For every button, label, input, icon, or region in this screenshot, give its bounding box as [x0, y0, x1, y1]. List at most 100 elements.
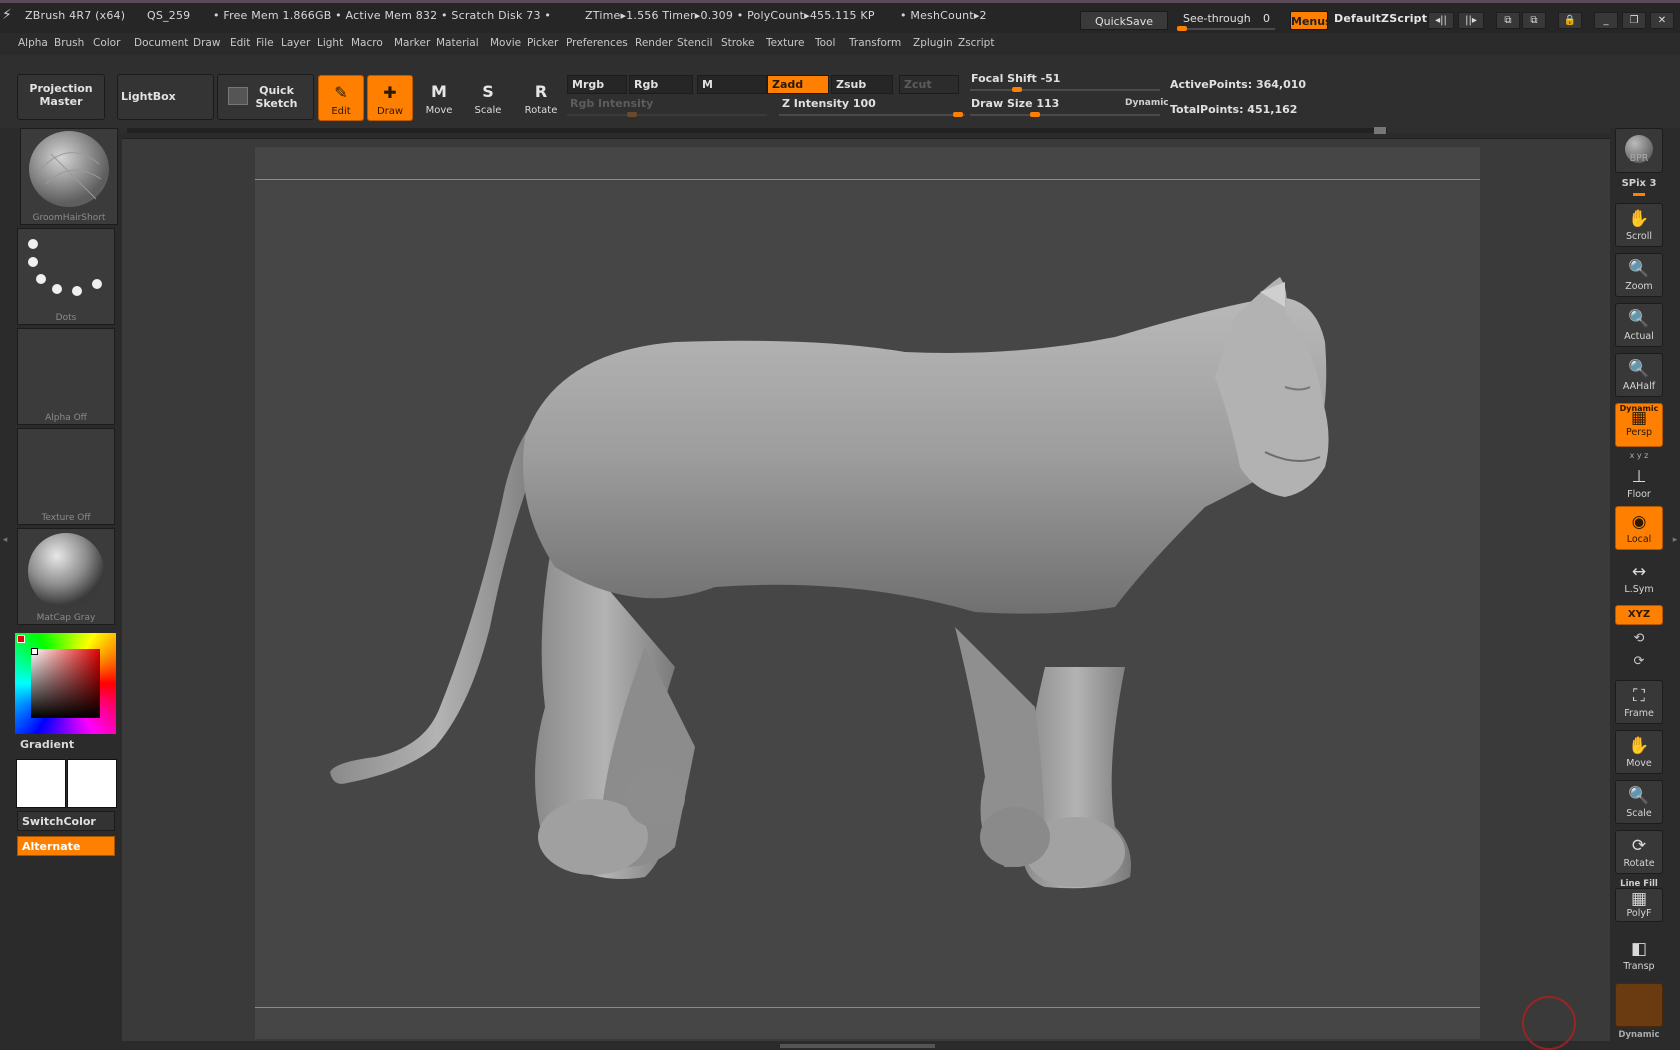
rgb-toggle[interactable]: Rgb — [629, 75, 693, 94]
see-through-slider[interactable]: See-through 0 — [1175, 11, 1280, 31]
close-icon[interactable]: ✕ — [1650, 12, 1674, 29]
brush-thumbnail[interactable]: GroomHairShort — [20, 128, 118, 225]
menu-document[interactable]: Document — [134, 37, 188, 49]
shelf-scrollbar[interactable] — [127, 127, 1387, 134]
brush-name: GroomHairShort — [32, 213, 106, 223]
quicksave-button[interactable]: QuickSave — [1080, 11, 1168, 30]
transp-button[interactable]: ◧ Transp — [1615, 933, 1663, 977]
edit-button[interactable]: ✎ Edit — [318, 75, 364, 121]
alpha-thumbnail[interactable]: Alpha Off — [17, 328, 115, 425]
texture-thumbnail[interactable]: Texture Off — [17, 428, 115, 525]
minimize-icon[interactable]: _ — [1594, 12, 1618, 29]
layout-2-icon[interactable]: ⧉ — [1522, 12, 1546, 29]
menu-brush[interactable]: Brush — [54, 37, 84, 49]
zadd-toggle[interactable]: Zadd — [767, 75, 829, 94]
restore-icon[interactable]: ❐ — [1622, 12, 1646, 29]
menu-zplugin[interactable]: Zplugin — [913, 37, 953, 49]
actual-button[interactable]: 🔍 Actual — [1615, 303, 1663, 347]
quick-sketch-button[interactable]: Quick Sketch — [217, 74, 314, 120]
menu-texture[interactable]: Texture — [766, 37, 804, 49]
left-panel-grip[interactable]: ◂ — [0, 480, 10, 600]
projection-master-button[interactable]: Projection Master — [17, 74, 105, 120]
menu-marker[interactable]: Marker — [394, 37, 430, 49]
scroll-button[interactable]: ✋ Scroll — [1615, 203, 1663, 247]
rgb-intensity-knob[interactable] — [627, 112, 637, 117]
main-color-swatch[interactable] — [16, 759, 66, 808]
menu-layer[interactable]: Layer — [281, 37, 310, 49]
document-canvas[interactable] — [255, 147, 1480, 1039]
menu-picker[interactable]: Picker — [527, 37, 558, 49]
menu-preferences[interactable]: Preferences — [566, 37, 628, 49]
draw-size-knob[interactable] — [1030, 112, 1040, 117]
scale-button[interactable]: S Scale — [465, 75, 511, 121]
persp-button[interactable]: Dynamic ▦ Persp — [1615, 403, 1663, 447]
menu-movie[interactable]: Movie — [490, 37, 521, 49]
zcut-toggle[interactable]: Zcut — [899, 75, 959, 94]
menu-light[interactable]: Light — [317, 37, 343, 49]
gradient-label[interactable]: Gradient — [20, 738, 74, 751]
secondary-color-swatch[interactable] — [67, 759, 117, 808]
rgb-intensity-slider[interactable]: Rgb Intensity — [567, 97, 767, 117]
menu-color[interactable]: Color — [93, 37, 120, 49]
menus-button[interactable]: Menus — [1290, 11, 1332, 30]
menu-material[interactable]: Material — [436, 37, 479, 49]
default-zscript-button[interactable]: DefaultZScript — [1334, 12, 1427, 25]
color-saturation-square[interactable] — [31, 649, 100, 718]
lightbox-button[interactable]: LightBox — [117, 74, 214, 120]
menu-alpha[interactable]: Alpha — [18, 37, 48, 49]
frame-button[interactable]: ⛶ Frame — [1615, 680, 1663, 724]
rotate-button[interactable]: R Rotate — [518, 75, 564, 121]
m-toggle[interactable]: M — [697, 75, 767, 94]
rotate-z-icon[interactable]: ⟳ — [1615, 654, 1663, 669]
focal-shift-knob[interactable] — [1012, 87, 1022, 92]
aahalf-button[interactable]: 🔍 AAHalf — [1615, 353, 1663, 397]
alternate-button[interactable]: Alternate — [17, 836, 115, 856]
menu-file[interactable]: File — [256, 37, 274, 49]
scale-view-button[interactable]: 🔍 Scale — [1615, 780, 1663, 824]
rotate-y-icon[interactable]: ⟲ — [1615, 631, 1663, 646]
local-button[interactable]: ◉ Local — [1615, 506, 1663, 550]
zoom-button[interactable]: 🔍 Zoom — [1615, 253, 1663, 297]
draw-button[interactable]: ✚ Draw — [367, 75, 413, 121]
zsub-toggle[interactable]: Zsub — [831, 75, 893, 94]
right-panel-grip[interactable]: ▸ — [1670, 480, 1680, 600]
lock-icon[interactable]: 🔒 — [1558, 12, 1582, 29]
z-intensity-knob[interactable] — [953, 112, 963, 117]
move-button[interactable]: M Move — [416, 75, 462, 121]
lsym-button[interactable]: ↔ L.Sym — [1615, 556, 1663, 600]
shelf-scrollbar-thumb[interactable] — [1374, 127, 1386, 134]
canvas-h-scrollbar-2[interactable] — [870, 1044, 935, 1048]
switchcolor-button[interactable]: SwitchColor — [17, 811, 115, 831]
menu-stroke[interactable]: Stroke — [721, 37, 754, 49]
canvas-h-scrollbar[interactable] — [780, 1044, 870, 1048]
color-picker[interactable] — [15, 633, 116, 734]
move-view-button[interactable]: ✋ Move — [1615, 730, 1663, 774]
layout-1-icon[interactable]: ⧉ — [1496, 12, 1520, 29]
z-intensity-slider[interactable]: Z Intensity 100 — [779, 97, 965, 117]
polyf-button[interactable]: ▦ PolyF — [1615, 888, 1663, 922]
menu-zscript[interactable]: Zscript — [958, 37, 994, 49]
spix-knob[interactable] — [1633, 193, 1645, 196]
stroke-thumbnail[interactable]: Dots — [17, 228, 115, 325]
menu-tool[interactable]: Tool — [815, 37, 835, 49]
see-through-knob[interactable] — [1177, 26, 1187, 31]
spix-slider[interactable]: SPix 3 — [1615, 178, 1663, 196]
menu-draw[interactable]: Draw — [193, 37, 220, 49]
menu-macro[interactable]: Macro — [351, 37, 383, 49]
prev-script-icon[interactable]: ◂|| — [1428, 12, 1454, 29]
material-thumbnail[interactable]: MatCap Gray — [17, 528, 115, 625]
bpr-button[interactable]: BPR — [1615, 128, 1663, 173]
rotate-view-button[interactable]: ⟳ Rotate — [1615, 830, 1663, 874]
menu-stencil[interactable]: Stencil — [677, 37, 713, 49]
menu-transform[interactable]: Transform — [849, 37, 901, 49]
mrgb-toggle[interactable]: Mrgb — [567, 75, 627, 94]
ghost-button[interactable] — [1615, 983, 1663, 1027]
floor-button[interactable]: ⊥ Floor — [1615, 461, 1663, 505]
next-script-icon[interactable]: ||▸ — [1458, 12, 1484, 29]
menu-render[interactable]: Render — [635, 37, 672, 49]
xyz-button[interactable]: XYZ — [1615, 605, 1663, 625]
lioness-3d-model[interactable] — [255, 147, 1480, 1039]
dynamic-toggle[interactable]: Dynamic — [1125, 98, 1169, 108]
focal-shift-slider[interactable]: Focal Shift -51 — [970, 72, 1160, 92]
menu-edit[interactable]: Edit — [230, 37, 250, 49]
